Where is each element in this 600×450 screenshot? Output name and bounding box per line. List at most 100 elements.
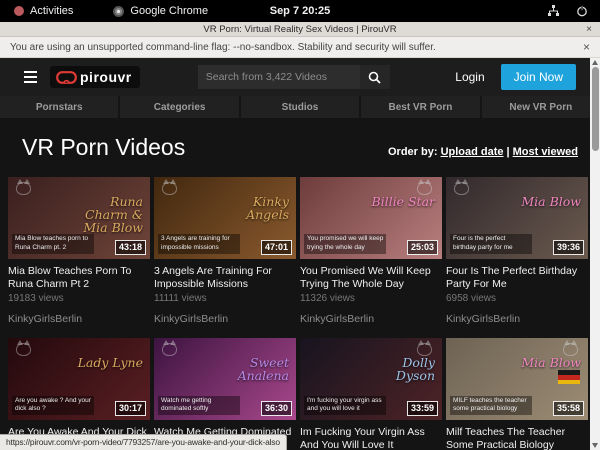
site-logo[interactable]: pirouvr (50, 66, 140, 88)
video-card: Mia Blow MILF teaches the teacher some p… (446, 338, 588, 450)
activities-indicator-icon (14, 6, 24, 16)
video-views: 11326 views (300, 293, 442, 304)
studio-link[interactable]: KinkyGirlsBerlin (154, 313, 296, 325)
studio-watermark-icon (16, 182, 31, 195)
video-title-link[interactable]: You Promised We Will Keep Trying The Who… (300, 265, 442, 290)
thumbnail-overlay-name: Mia Blow (521, 195, 581, 208)
thumbnail-slogan: MILF teaches the teacher some practical … (450, 396, 532, 416)
studio-watermark-icon (454, 182, 469, 195)
video-title-link[interactable]: Mia Blow Teaches Porn To Runa Charm Pt 2 (8, 265, 150, 290)
search-button[interactable] (360, 65, 390, 89)
thumbnail-overlay-name: Mia Blow (521, 356, 581, 369)
video-card: Billie Star You promised we will keep tr… (300, 177, 442, 325)
studio-link[interactable]: KinkyGirlsBerlin (300, 313, 442, 325)
thumbnail-slogan: Mia Blow teaches porn to Runa Charm pt. … (12, 234, 94, 254)
scrollbar-thumb[interactable] (592, 67, 599, 151)
clock[interactable]: Sep 7 20:25 (270, 5, 331, 17)
thumbnail-overlay-name: Sweet Analena (215, 356, 289, 382)
activities-button[interactable]: Activities (30, 5, 73, 17)
network-icon[interactable] (547, 5, 560, 17)
video-card: Kinky Angels 3 Angels are training for i… (154, 177, 296, 325)
vr-goggles-icon (56, 71, 77, 84)
page-title: VR Porn Videos (22, 134, 185, 161)
studio-watermark-icon (162, 343, 177, 356)
order-separator: | (507, 146, 510, 158)
video-thumbnail[interactable]: Kinky Angels 3 Angels are training for i… (154, 177, 296, 259)
browser-tab-bar: VR Porn: Virtual Reality Sex Videos | Pi… (0, 22, 600, 37)
video-thumbnail[interactable]: Runa Charm & Mia Blow Mia Blow teaches p… (8, 177, 150, 259)
video-thumbnail[interactable]: Mia Blow MILF teaches the teacher some p… (446, 338, 588, 420)
scrollbar[interactable] (590, 58, 600, 450)
thumbnail-slogan: 3 Angels are training for impossible mis… (158, 234, 240, 254)
active-app-menu[interactable]: Google Chrome (130, 5, 208, 17)
nav-item-pornstars[interactable]: Pornstars (0, 96, 120, 118)
thumbnail-overlay-name: Billie Star (371, 195, 435, 208)
thumbnail-slogan: Are you awake ? And your dick also ? (12, 396, 94, 416)
video-title-link[interactable]: 3 Angels Are Training For Impossible Mis… (154, 265, 296, 290)
order-by-label: Order by: (388, 146, 438, 158)
thumbnail-slogan: Four is the perfect birthday party for m… (450, 234, 532, 254)
duration-badge: 47:01 (261, 240, 292, 255)
thumbnail-slogan: I'm fucking your virgin ass and you will… (304, 396, 386, 416)
duration-badge: 25:03 (407, 240, 438, 255)
german-flag-icon (558, 370, 580, 384)
thumbnail-overlay-name: Dolly Dyson (361, 356, 435, 382)
thumbnail-slogan: Watch me getting dominated softly (158, 396, 240, 416)
order-link-most-viewed[interactable]: Most viewed (513, 146, 578, 158)
duration-badge: 39:36 (553, 240, 584, 255)
video-card: Dolly Dyson I'm fucking your virgin ass … (300, 338, 442, 450)
video-thumbnail[interactable]: Sweet Analena Watch me getting dominated… (154, 338, 296, 420)
join-now-button[interactable]: Join Now (501, 64, 576, 90)
search-bar (198, 65, 390, 89)
duration-badge: 30:17 (115, 401, 146, 416)
video-thumbnail[interactable]: Dolly Dyson I'm fucking your virgin ass … (300, 338, 442, 420)
tab-close-icon[interactable]: × (586, 22, 592, 37)
nav-item-best-vr-porn[interactable]: Best VR Porn (361, 96, 481, 118)
chrome-app-icon (113, 6, 124, 17)
video-thumbnail[interactable]: Billie Star You promised we will keep tr… (300, 177, 442, 259)
warning-close-icon[interactable]: × (583, 40, 590, 54)
thumbnail-overlay-name: Lady Lyne (78, 356, 143, 369)
status-url-bar: https://pirouvr.com/vr-porn-video/779325… (0, 434, 287, 450)
duration-badge: 33:59 (407, 401, 438, 416)
thumbnail-overlay-name: Kinky Angels (215, 195, 289, 221)
page-viewport: pirouvr Login Join Now Pornstars Categor… (0, 58, 600, 450)
hamburger-menu-icon[interactable] (24, 71, 37, 84)
warning-message: You are using an unsupported command-lin… (10, 42, 436, 53)
scrollbar-down-arrow-icon[interactable] (592, 443, 598, 448)
nav-item-studios[interactable]: Studios (241, 96, 361, 118)
scrollbar-up-arrow-icon[interactable] (592, 60, 598, 65)
video-views: 19183 views (8, 293, 150, 304)
chrome-warning-bar: You are using an unsupported command-lin… (0, 37, 600, 58)
video-views: 6958 views (446, 293, 588, 304)
video-card: Runa Charm & Mia Blow Mia Blow teaches p… (8, 177, 150, 325)
site-header: pirouvr Login Join Now (0, 58, 600, 96)
video-views: 11111 views (154, 293, 296, 304)
video-title-link[interactable]: Milf Teaches The Teacher Some Practical … (446, 426, 588, 450)
order-by: Order by: Upload date|Most viewed (388, 146, 578, 158)
logo-text: pirouvr (80, 69, 132, 85)
duration-badge: 36:30 (261, 401, 292, 416)
studio-link[interactable]: KinkyGirlsBerlin (446, 313, 588, 325)
order-link-upload-date[interactable]: Upload date (441, 146, 504, 158)
system-top-bar: Activities Google Chrome Sep 7 20:25 (0, 0, 600, 22)
nav-item-categories[interactable]: Categories (120, 96, 240, 118)
tab-title[interactable]: VR Porn: Virtual Reality Sex Videos | Pi… (203, 24, 396, 35)
search-input[interactable] (198, 65, 360, 89)
video-card: Mia Blow Four is the perfect birthday pa… (446, 177, 588, 325)
studio-link[interactable]: KinkyGirlsBerlin (8, 313, 150, 325)
nav-item-new-vr-porn[interactable]: New VR Porn (482, 96, 600, 118)
video-grid: Runa Charm & Mia Blow Mia Blow teaches p… (0, 177, 600, 450)
power-icon[interactable] (576, 5, 588, 17)
search-icon (368, 71, 381, 84)
studio-watermark-icon (162, 182, 177, 195)
video-title-link[interactable]: Four Is The Perfect Birthday Party For M… (446, 265, 588, 290)
login-link[interactable]: Login (455, 70, 484, 84)
video-thumbnail[interactable]: Mia Blow Four is the perfect birthday pa… (446, 177, 588, 259)
thumbnail-overlay-name: Runa Charm & Mia Blow (69, 195, 143, 234)
duration-badge: 35:58 (553, 401, 584, 416)
video-title-link[interactable]: Im Fucking Your Virgin Ass And You Will … (300, 426, 442, 450)
video-thumbnail[interactable]: Lady Lyne Are you awake ? And your dick … (8, 338, 150, 420)
duration-badge: 43:18 (115, 240, 146, 255)
page-head: VR Porn Videos Order by: Upload date|Mos… (0, 118, 600, 177)
